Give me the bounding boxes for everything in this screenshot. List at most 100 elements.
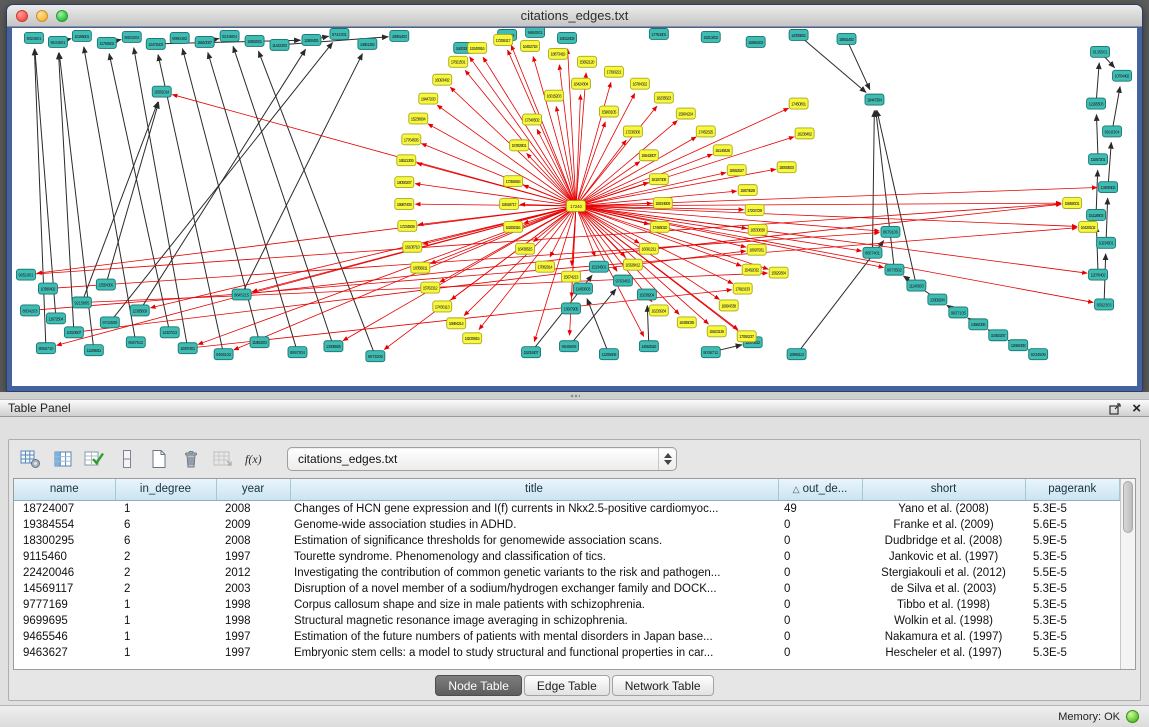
graph-node[interactable]: 11450603 [574,283,593,294]
graph-node[interactable]: 14651302 [358,38,377,49]
table-cell[interactable]: Embryonic stem cells: a model to study s… [290,645,778,661]
table-cell[interactable]: Jankovic et al. (1997) [862,549,1025,565]
table-cell[interactable]: Wolkin et al. (1998) [862,613,1025,629]
table-cell[interactable]: 2008 [216,533,290,549]
graph-node[interactable]: 15762312 [421,282,440,293]
graph-node[interactable]: 15987408 [395,199,414,210]
table-row[interactable]: 977716911998Corpus callosum shape and si… [14,597,1120,613]
graph-node[interactable]: 8857401 [863,247,882,258]
graph-node[interactable]: 16452718 [521,40,540,51]
close-panel-icon[interactable]: × [1132,402,1141,415]
graph-node[interactable]: 10862501 [245,35,264,46]
table-cell[interactable]: 1998 [216,613,290,629]
table-cell[interactable]: Estimation of the future numbers of pati… [290,629,778,645]
graph-node[interactable]: 9853204 [122,31,141,42]
graph-node[interactable]: 17818133 [733,283,752,294]
graph-node[interactable]: 17390221 [604,66,623,77]
table-cell[interactable]: 9463627 [14,645,115,661]
table-cell[interactable]: 1 [115,613,216,629]
graph-node[interactable]: 12660408 [1009,340,1028,351]
graph-node[interactable]: 9742301 [330,28,349,39]
graph-node[interactable]: 16894214 [447,318,466,329]
table-cell[interactable]: 1997 [216,549,290,565]
graph-node[interactable]: 8997304 [288,347,307,358]
graph-node[interactable]: 13408402 [1099,182,1118,193]
graph-node[interactable]: 16420102 [1079,221,1098,232]
table-row[interactable]: 2242004622012Investigating the contribut… [14,565,1120,581]
graph-node[interactable]: 10196601 [72,30,91,41]
table-cell[interactable]: 5.3E-5 [1025,629,1120,645]
table-cell[interactable]: 9465546 [14,629,115,645]
table-cell[interactable]: 22420046 [14,565,115,581]
column-header-title[interactable]: title [290,479,778,500]
graph-node[interactable]: 9587612 [126,337,145,348]
table-cell[interactable]: 5.3E-5 [1025,549,1120,565]
graph-node[interactable]: 16091211 [639,243,658,254]
graph-node[interactable]: 14562510 [639,341,658,352]
graph-node[interactable]: 19447304 [865,94,884,105]
graph-node[interactable]: 17082914 [536,261,555,272]
graph-node[interactable]: 16148426 [713,145,732,156]
graph-node[interactable]: 17452325 [696,126,715,137]
graph-node[interactable]: 15782901 [510,140,529,151]
table-cell[interactable]: 0 [778,629,862,645]
graph-node[interactable]: 14327213 [160,327,179,338]
table-row[interactable]: 1830029562008Estimation of significance … [14,533,1120,549]
graph-node[interactable]: 9673502 [885,264,904,275]
graph-node[interactable]: 15629304 [769,267,788,278]
graph-node[interactable]: 12893401 [302,34,321,45]
graph-node[interactable]: 9684501 [526,28,545,37]
graph-node[interactable]: 13607905 [562,303,581,314]
graph-node[interactable]: 16230934 [649,305,668,316]
table-cell[interactable]: Yano et al. (2008) [862,500,1025,517]
graph-node[interactable]: 16439515 [516,243,535,254]
graph-node[interactable]: 18230915 [463,333,482,344]
graph-node[interactable]: 18206316 [504,221,523,232]
graph-node[interactable]: 13406505 [324,341,343,352]
table-cell[interactable]: 6 [115,533,216,549]
graph-node[interactable]: 15623136 [707,326,726,337]
table-cell[interactable]: Stergiakouli et al. (2012) [862,565,1025,581]
table-row[interactable]: 911546021997Tourette syndrome. Phenomeno… [14,549,1120,565]
table-cell[interactable]: 0 [778,549,862,565]
tab-edge-table[interactable]: Edge Table [524,675,610,696]
graph-node[interactable]: 9466102 [214,349,233,360]
network-canvas[interactable]: 1724090246019634501101966011176450298532… [12,28,1137,386]
graph-node[interactable]: 11442203 [270,39,289,50]
table-cell[interactable]: 9115460 [14,549,115,565]
table-row[interactable]: 1872400712008Changes of HCN gene express… [14,500,1120,517]
graph-node[interactable]: 18097931 [747,244,766,255]
graph-node[interactable]: 11209811 [84,345,103,356]
scrollbar-thumb[interactable] [1123,481,1133,533]
table-cell[interactable]: Disruption of a novel member of a sodium… [290,581,778,597]
graph-node[interactable]: 15674213 [562,271,581,282]
table-cell[interactable]: 5.3E-5 [1025,597,1120,613]
graph-node[interactable]: 9234509 [1029,349,1048,360]
graph-node[interactable]: 18561402 [837,33,856,44]
graph-node[interactable]: 15958001 [1063,198,1082,209]
graph-node[interactable]: 16694203 [746,36,765,47]
graph-node[interactable]: 17234509 [398,220,417,231]
graph-node[interactable]: 8990402 [170,32,189,43]
column-header-year[interactable]: year [216,479,290,500]
table-cell[interactable]: 9699695 [14,613,115,629]
window-zoom-button[interactable] [56,10,68,22]
graph-node[interactable]: 9219804 [220,30,239,41]
graph-node[interactable]: 10704402 [1113,70,1132,81]
table-cell[interactable]: 0 [778,613,862,629]
show-columns-button[interactable] [49,446,76,472]
graph-node[interactable]: 16108710 [403,241,422,252]
table-cell[interactable]: Tourette syndrome. Phenomenology and cla… [290,549,778,565]
table-cell[interactable]: 2003 [216,581,290,597]
graph-node[interactable]: 9135501 [1091,46,1110,57]
table-scrollbar[interactable] [1120,479,1135,669]
graph-node[interactable]: 10450207 [989,330,1008,341]
graph-node[interactable]: 9763402 [613,275,632,286]
graph-node[interactable]: 18107308 [649,174,668,185]
graph-node[interactable]: 15340916 [468,42,487,53]
table-cell[interactable]: 1 [115,629,216,645]
tab-network-table[interactable]: Network Table [612,675,714,696]
table-cell[interactable]: 18300295 [14,533,115,549]
graph-node[interactable]: 16894338 [719,300,738,311]
table-row[interactable]: 969969511998Structural magnetic resonanc… [14,613,1120,629]
